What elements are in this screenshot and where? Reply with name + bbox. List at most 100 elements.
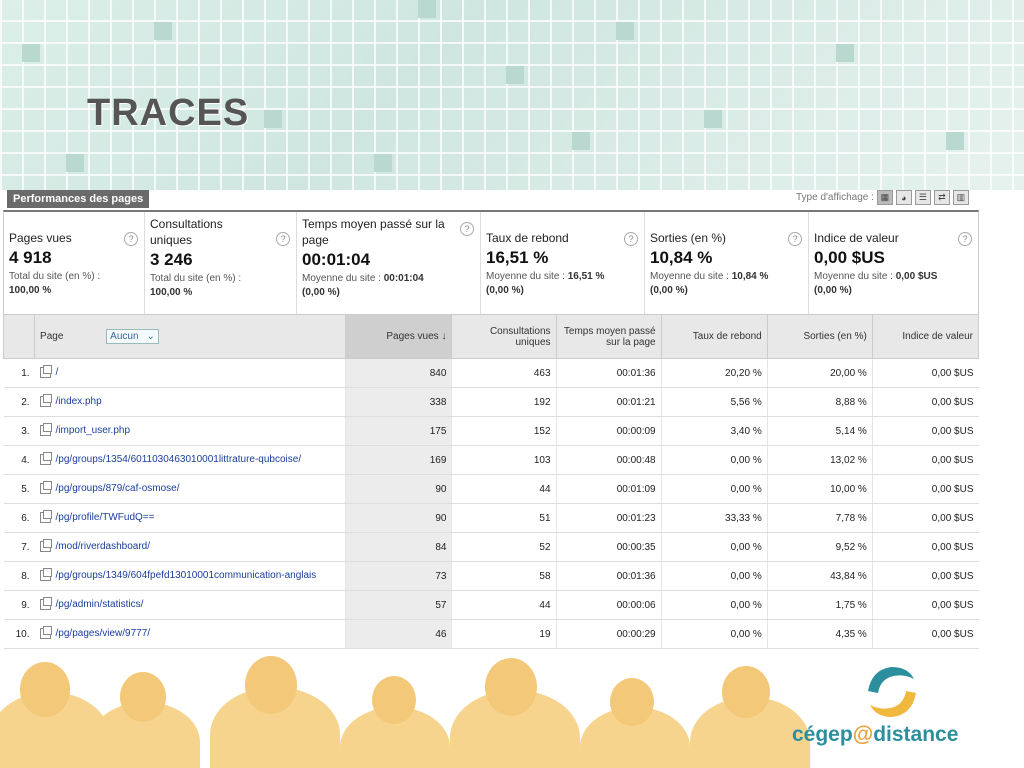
- page-cell: /import_user.php: [34, 416, 346, 446]
- value-cell: 0,00 $US: [871, 474, 979, 504]
- tile: [946, 132, 964, 150]
- metric-value: 00:01:04: [302, 250, 371, 269]
- metric-sub: Moyenne du site : 16,51 % (0,00 %): [486, 270, 639, 298]
- page-header: Page Aucun ⌄: [34, 314, 347, 359]
- unique-cell: 103: [451, 445, 557, 475]
- page-link[interactable]: /mod/riverdashboard/: [56, 542, 151, 553]
- bounce-header[interactable]: Taux de rebond: [660, 314, 768, 359]
- metric-pageviews: Pages vues 4 918 Total du site (en %) : 1…: [4, 212, 145, 314]
- time-cell: 00:00:35: [555, 532, 662, 562]
- tile: [66, 154, 84, 172]
- exits-cell: 9,52 %: [766, 532, 873, 562]
- value-header[interactable]: Indice de valeur: [871, 314, 980, 359]
- value-cell: 0,00 $US: [871, 445, 979, 475]
- open-page-icon[interactable]: [39, 481, 52, 495]
- pivot-view-icon[interactable]: ▥: [952, 190, 969, 205]
- open-page-icon[interactable]: [39, 510, 52, 524]
- value-cell: 0,00 $US: [871, 590, 979, 620]
- page-cell: /pg/profile/TWFudQ==: [34, 503, 346, 533]
- value-cell: 0,00 $US: [871, 503, 979, 533]
- pageviews-cell: 73: [345, 561, 452, 591]
- help-icon[interactable]: ?: [958, 232, 972, 246]
- page-link[interactable]: /pg/admin/statistics/: [56, 600, 144, 611]
- page-link[interactable]: /pg/profile/TWFudQ==: [56, 513, 155, 524]
- open-page-icon[interactable]: [39, 626, 52, 640]
- time-header[interactable]: Temps moyen passé sur la page: [555, 314, 662, 359]
- panel-title: Performances des pages: [7, 190, 150, 208]
- page-header-label: Page: [40, 331, 64, 342]
- open-page-icon[interactable]: [39, 365, 52, 379]
- pageviews-header[interactable]: Pages vues ↓: [345, 314, 453, 359]
- page-link[interactable]: /pg/groups/1354/6011030463010001littratu…: [56, 455, 302, 466]
- page-link[interactable]: /import_user.php: [56, 426, 131, 437]
- bounce-cell: 5,56 %: [660, 387, 768, 417]
- table-row: 2. /index.php 338 192 00:01:21 5,56 % 8,88 % 0,…: [3, 387, 979, 417]
- page-link[interactable]: /index.php: [56, 397, 102, 408]
- row-index: 5.: [3, 474, 35, 504]
- performance-view-icon[interactable]: ☰: [914, 190, 931, 205]
- exits-cell: 1,75 %: [766, 590, 873, 620]
- exits-cell: 8,88 %: [766, 387, 873, 417]
- pie-view-icon[interactable]: ◕: [895, 190, 912, 205]
- index-header: [2, 314, 36, 359]
- table-row: 5. /pg/groups/879/caf-osmose/90 44 00:01:09…: [3, 474, 979, 504]
- pageviews-cell: 84: [345, 532, 452, 562]
- page-link[interactable]: /pg/pages/view/9777/: [56, 629, 151, 640]
- header-label: Pages vues: [386, 331, 439, 342]
- time-cell: 00:01:09: [555, 474, 662, 504]
- pageviews-cell: 90: [345, 503, 452, 533]
- time-cell: 00:00:06: [555, 590, 662, 620]
- chevron-down-icon: ⌄: [146, 331, 155, 342]
- help-icon[interactable]: ?: [276, 232, 290, 246]
- metric-sub-value: 16,51 %: [567, 271, 605, 282]
- page-cell: /: [34, 358, 346, 388]
- exits-header[interactable]: Sorties (en %): [766, 314, 873, 359]
- open-page-icon[interactable]: [39, 394, 52, 408]
- silhouette-head: [245, 656, 297, 714]
- metric-sub-label: Moyenne du site :: [814, 271, 893, 282]
- silhouette-head: [722, 666, 770, 718]
- unique-header[interactable]: Consultations uniques: [451, 314, 557, 359]
- bounce-cell: 0,00 %: [660, 561, 768, 591]
- secondary-dimension-dropdown[interactable]: Aucun ⌄: [106, 329, 159, 344]
- unique-cell: 152: [451, 416, 557, 446]
- table-row: 9./pg/admin/statistics/57 44 00:00:06 0,00 …: [3, 590, 979, 620]
- exits-cell: 20,00 %: [766, 358, 873, 388]
- help-icon[interactable]: ?: [624, 232, 638, 246]
- bounce-cell: 20,20 %: [660, 358, 768, 388]
- exits-cell: 10,00 %: [766, 474, 873, 504]
- page-link[interactable]: /pg/groups/879/caf-osmose/: [56, 484, 180, 495]
- row-index: 7.: [3, 532, 35, 562]
- metric-sub-extra: (0,00 %): [650, 285, 688, 296]
- unique-cell: 51: [451, 503, 557, 533]
- row-index: 6.: [3, 503, 35, 533]
- tile: [506, 66, 524, 84]
- exits-cell: 7,78 %: [766, 503, 873, 533]
- table-view-icon[interactable]: ▦: [876, 190, 893, 205]
- help-icon[interactable]: ?: [460, 222, 474, 236]
- table-row: 6. /pg/profile/TWFudQ== 90 51 00:01:23 33,33 …: [3, 503, 979, 533]
- row-index: 1.: [3, 358, 35, 388]
- pages-table: Page Aucun ⌄ Pages vues ↓ Consultations u…: [2, 314, 980, 649]
- comparison-view-icon[interactable]: ⇄: [933, 190, 950, 205]
- logo-at: @: [852, 723, 874, 746]
- unique-cell: 19: [451, 619, 557, 649]
- metric-unique: Consultations uniques 3 246 Total du sit…: [145, 212, 297, 314]
- help-icon[interactable]: ?: [788, 232, 802, 246]
- open-page-icon[interactable]: [39, 568, 52, 582]
- metric-sub-label: Moyenne du site :: [486, 271, 565, 282]
- metric-page-value: Indice de valeur 0,00 $US Moyenne du sit…: [809, 212, 978, 314]
- tile: [264, 110, 282, 128]
- open-page-icon[interactable]: [39, 423, 52, 437]
- bounce-cell: 0,00 %: [660, 619, 768, 649]
- open-page-icon[interactable]: [39, 539, 52, 553]
- page-link[interactable]: /pg/groups/1349/604fpefd13010001communic…: [56, 571, 317, 582]
- metric-label: Consultations uniques: [150, 217, 223, 247]
- silhouette-head: [20, 662, 70, 717]
- open-page-icon[interactable]: [39, 597, 52, 611]
- page-link[interactable]: /: [56, 368, 59, 379]
- open-page-icon[interactable]: [39, 452, 52, 466]
- logo-text: cégep@distance: [792, 723, 958, 747]
- help-icon[interactable]: ?: [124, 232, 138, 246]
- tile: [418, 0, 436, 18]
